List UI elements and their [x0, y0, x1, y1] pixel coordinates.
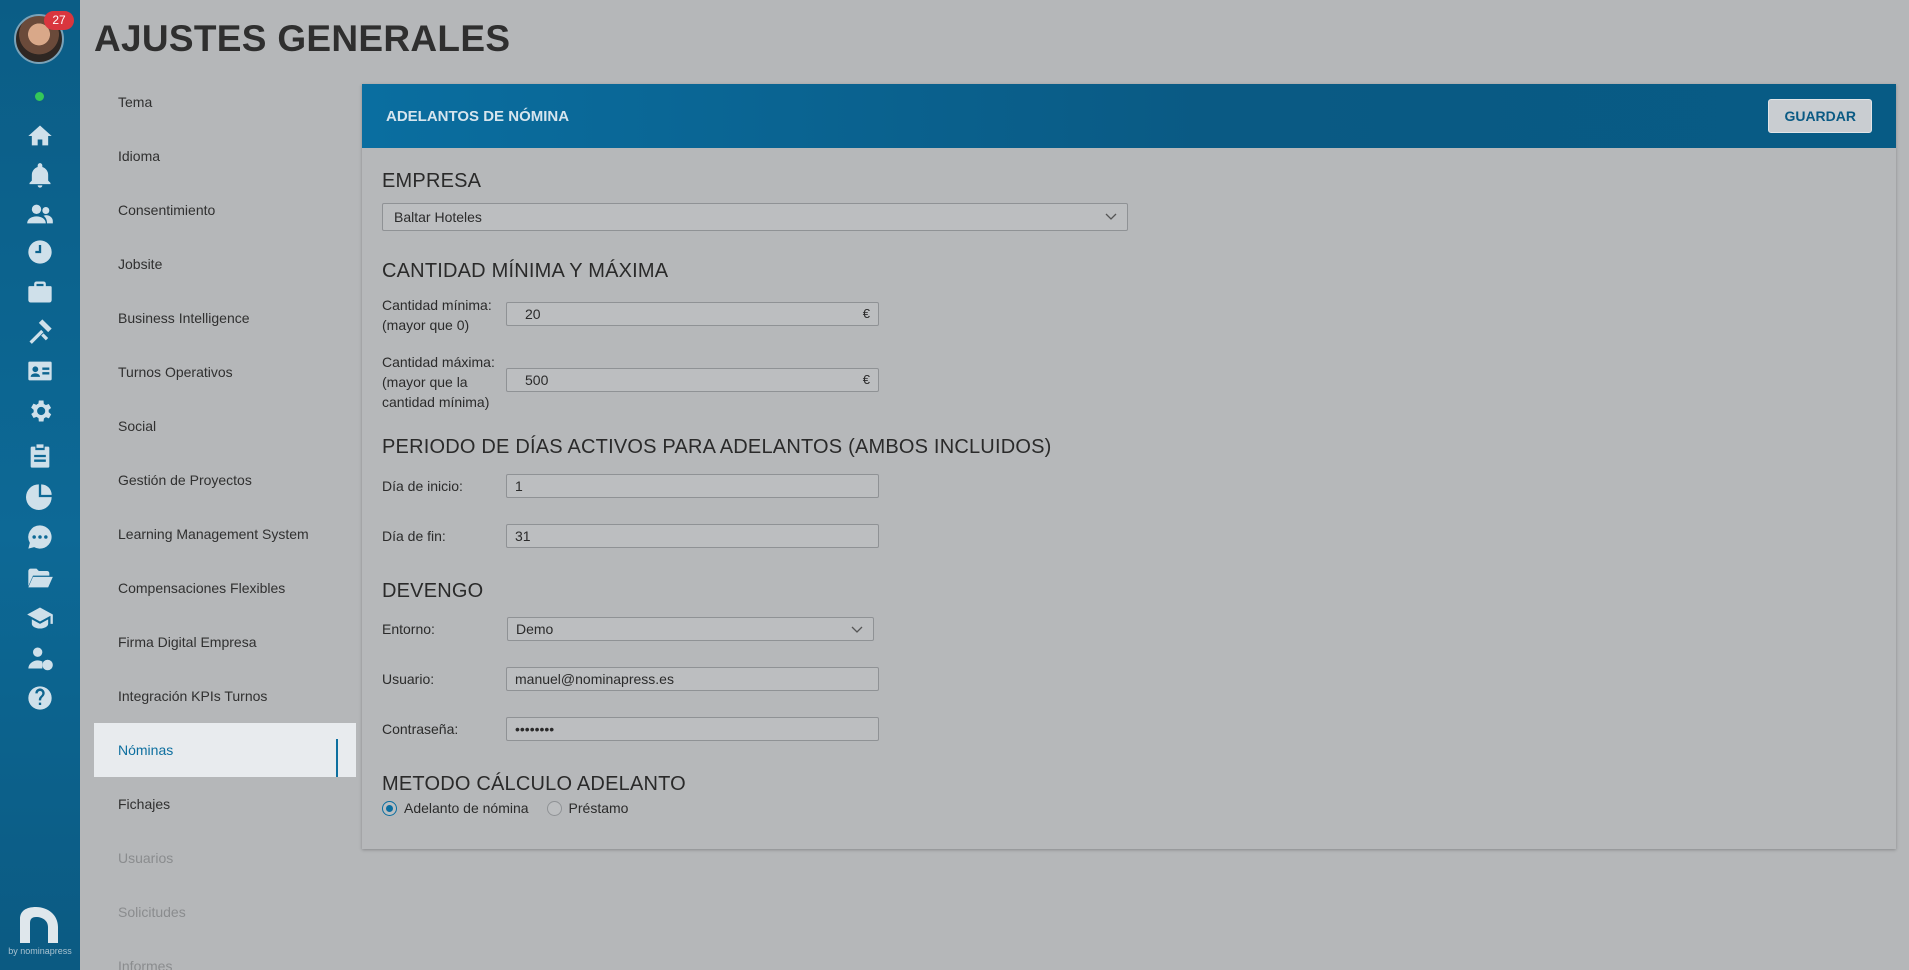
nav-item-business-intelligence[interactable]: Business Intelligence [94, 291, 356, 345]
users-icon[interactable] [24, 198, 56, 230]
environment-label: Entorno: [382, 621, 435, 637]
nav-item-turnos-operativos[interactable]: Turnos Operativos [94, 345, 356, 399]
currency-suffix: € [862, 372, 870, 387]
nav-item-idioma[interactable]: Idioma [94, 129, 356, 183]
gear-icon[interactable] [24, 395, 56, 427]
folder-open-icon[interactable] [24, 562, 56, 594]
password-input[interactable]: •••••••• [506, 717, 879, 741]
nav-item-solicitudes[interactable]: Solicitudes [94, 885, 356, 939]
nav-item-integracion-kpis[interactable]: Integración KPIs Turnos [94, 669, 356, 723]
online-status-dot [33, 90, 46, 103]
end-day-label: Día de fin: [382, 528, 446, 544]
min-amount-label-line1: Cantidad mínima: [382, 297, 492, 313]
brand-caption: by nominapress [8, 946, 72, 956]
password-value: •••••••• [515, 721, 555, 737]
empresa-select[interactable]: Baltar Hoteles [382, 203, 1128, 231]
password-label: Contraseña: [382, 721, 459, 737]
max-amount-value: 500 [525, 372, 549, 388]
start-day-value: 1 [515, 478, 523, 494]
nominapress-logo-icon [20, 907, 58, 943]
chevron-down-icon [1105, 213, 1117, 220]
start-day-input[interactable]: 1 [506, 474, 879, 498]
nav-item-firma-digital[interactable]: Firma Digital Empresa [94, 615, 356, 669]
nav-item-consentimiento[interactable]: Consentimiento [94, 183, 356, 237]
empresa-heading: EMPRESA [382, 170, 482, 192]
metodo-heading: METODO CÁLCULO ADELANTO [382, 773, 686, 795]
save-button[interactable]: GUARDAR [1768, 99, 1872, 133]
settings-nav: Tema Idioma Consentimiento Jobsite Busin… [94, 75, 356, 970]
radio-adelanto-nomina[interactable] [382, 800, 397, 816]
notification-count-badge: 27 [44, 11, 74, 30]
pie-chart-icon[interactable] [24, 480, 56, 512]
radio-adelanto-nomina-label[interactable]: Adelanto de nómina [404, 800, 529, 816]
nav-item-social[interactable]: Social [94, 399, 356, 453]
end-day-value: 31 [515, 528, 531, 544]
page-title: AJUSTES GENERALES [94, 18, 511, 59]
briefcase-icon[interactable] [24, 276, 56, 308]
clipboard-icon[interactable] [24, 440, 56, 472]
nav-item-lms[interactable]: Learning Management System [94, 507, 356, 561]
graduation-cap-icon[interactable] [24, 602, 56, 634]
clock-icon[interactable] [24, 236, 56, 268]
nav-item-compensaciones-flexibles[interactable]: Compensaciones Flexibles [94, 561, 356, 615]
radio-prestamo[interactable] [546, 800, 562, 816]
chat-icon[interactable] [24, 521, 56, 553]
home-icon[interactable] [24, 120, 56, 152]
calculation-method-radios: Adelanto de nómina Préstamo [382, 800, 628, 816]
user-input[interactable]: manuel@nominapress.es [506, 667, 879, 691]
user-dollar-icon[interactable] [24, 642, 56, 674]
nav-item-usuarios[interactable]: Usuarios [94, 831, 356, 885]
user-value: manuel@nominapress.es [515, 671, 674, 687]
min-amount-input[interactable]: 20 € [506, 302, 879, 326]
nav-item-nominas[interactable]: Nóminas [94, 723, 356, 777]
panel-title: ADELANTOS DE NÓMINA [386, 107, 570, 125]
id-card-icon[interactable] [24, 355, 56, 387]
help-icon[interactable] [24, 682, 56, 714]
min-amount-label-line2: (mayor que 0) [382, 317, 470, 333]
app-rail: 27 by nominapress [0, 0, 80, 970]
environment-select[interactable]: Demo [507, 617, 874, 641]
cantidad-heading: CANTIDAD MÍNIMA Y MÁXIMA [382, 260, 669, 282]
max-amount-label-line1: Cantidad máxima: [382, 354, 495, 370]
max-amount-label: Cantidad máxima: (mayor que la cantidad … [382, 352, 495, 412]
bell-icon[interactable] [24, 160, 56, 192]
nav-item-jobsite[interactable]: Jobsite [94, 237, 356, 291]
start-day-label: Día de inicio: [382, 478, 463, 494]
max-amount-label-line3: cantidad mínima) [382, 394, 490, 410]
max-amount-input[interactable]: 500 € [506, 368, 879, 392]
environment-value: Demo [516, 621, 554, 637]
nav-item-gestion-proyectos[interactable]: Gestión de Proyectos [94, 453, 356, 507]
periodo-heading: PERIODO DE DÍAS ACTIVOS PARA ADELANTOS (… [382, 436, 1052, 458]
nav-item-fichajes[interactable]: Fichajes [94, 777, 356, 831]
payroll-advance-panel: ADELANTOS DE NÓMINA GUARDAR EMPRESA Balt… [362, 84, 1896, 849]
min-amount-label: Cantidad mínima: (mayor que 0) [382, 295, 492, 335]
min-amount-value: 20 [525, 306, 541, 322]
chevron-down-icon [851, 626, 863, 633]
user-label: Usuario: [382, 671, 435, 687]
nav-item-tema[interactable]: Tema [94, 75, 356, 129]
end-day-input[interactable]: 31 [506, 524, 879, 548]
empresa-selected-value: Baltar Hoteles [394, 209, 482, 225]
tools-icon[interactable] [24, 315, 56, 347]
panel-header: ADELANTOS DE NÓMINA GUARDAR [362, 84, 1896, 148]
devengo-heading: DEVENGO [382, 580, 484, 602]
nav-item-informes[interactable]: Informes [94, 939, 356, 970]
currency-suffix: € [862, 306, 870, 321]
radio-prestamo-label[interactable]: Préstamo [569, 800, 629, 816]
max-amount-label-line2: (mayor que la [382, 374, 468, 390]
